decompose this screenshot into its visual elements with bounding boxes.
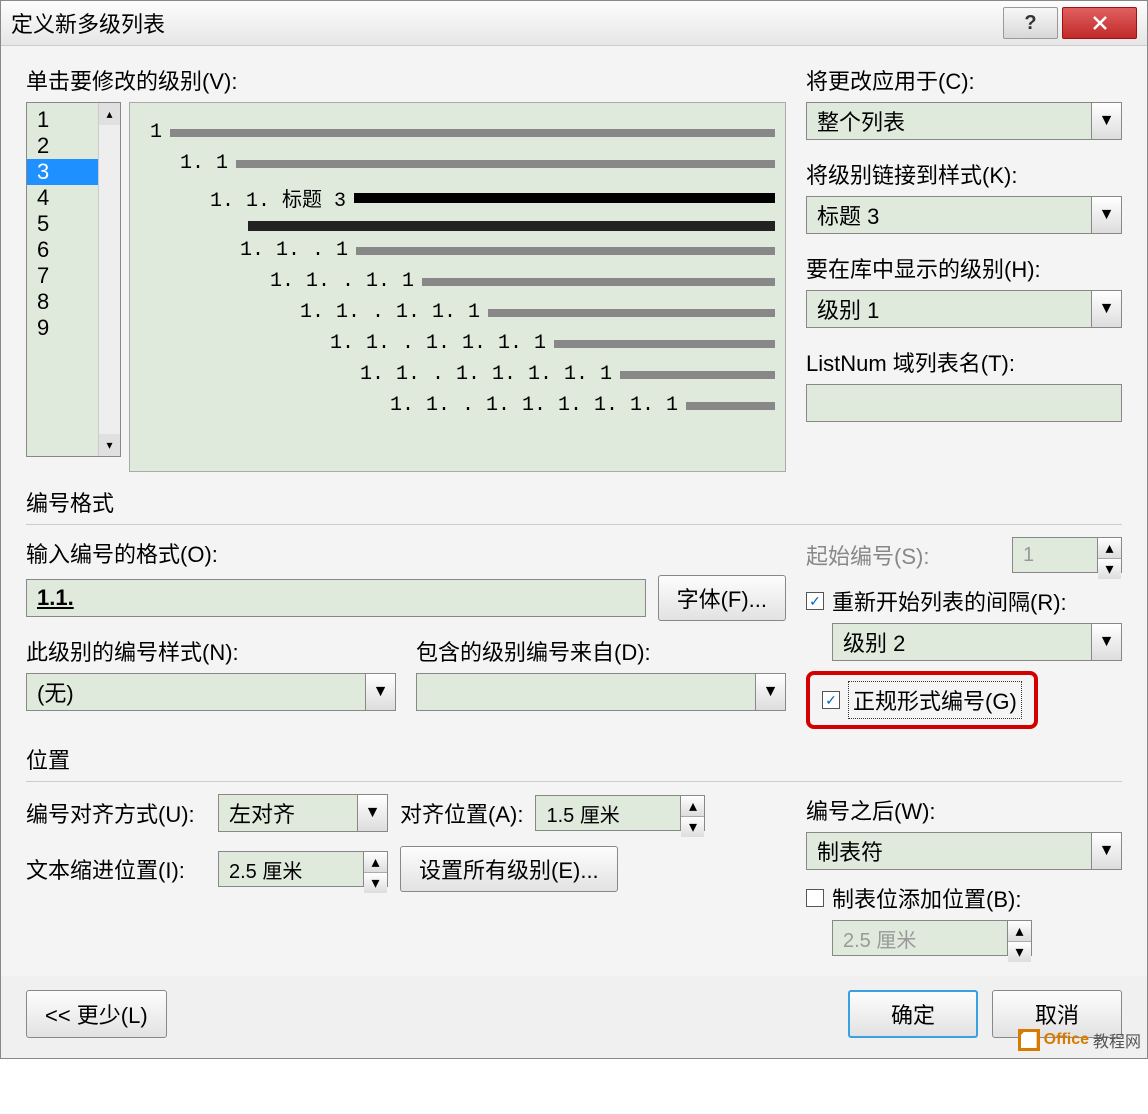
dialog-define-multilevel-list: 定义新多级列表 ? 单击要修改的级别(V): 123456789 ▴ ▾ bbox=[0, 0, 1148, 1059]
level-item[interactable]: 7 bbox=[27, 263, 98, 289]
preview-line: 1. 1. . 1. 1. 1 bbox=[300, 301, 775, 324]
preview-line: 1. 1. . 1. 1 bbox=[270, 270, 775, 293]
follow-label: 编号之后(W): bbox=[806, 794, 1122, 826]
number-style-label: 此级别的编号样式(N): bbox=[26, 635, 396, 667]
spin-down-icon[interactable]: ▾ bbox=[1098, 559, 1121, 579]
spin-up-icon[interactable]: ▴ bbox=[1098, 538, 1121, 559]
level-item[interactable]: 2 bbox=[27, 133, 98, 159]
spin-up-icon[interactable]: ▴ bbox=[364, 852, 387, 873]
follow-dropdown[interactable]: 制表符 ▼ bbox=[806, 832, 1122, 870]
apply-to-dropdown[interactable]: 整个列表 ▼ bbox=[806, 102, 1122, 140]
number-style-dropdown[interactable]: (无) ▼ bbox=[26, 673, 396, 711]
level-preview: 1 1. 1 1. 1. 标题 3 1. 1. . 1 1. 1. . 1. 1 1. 1… bbox=[129, 102, 786, 472]
align-label: 编号对齐方式(U): bbox=[26, 797, 206, 829]
titlebar: 定义新多级列表 ? bbox=[1, 1, 1147, 46]
legal-format-highlight: ✓ 正规形式编号(G) bbox=[806, 671, 1038, 729]
font-button[interactable]: 字体(F)... bbox=[658, 575, 786, 621]
top-row: 单击要修改的级别(V): 123456789 ▴ ▾ 11. 11. 1. 标题… bbox=[26, 64, 1122, 472]
align-at-spinner[interactable]: 1.5 厘米 ▴▾ bbox=[535, 795, 705, 831]
scroll-up-icon[interactable]: ▴ bbox=[99, 103, 120, 125]
link-style-dropdown[interactable]: 标题 3 ▼ bbox=[806, 196, 1122, 234]
chevron-down-icon[interactable]: ▼ bbox=[357, 795, 387, 831]
less-button[interactable]: << 更少(L) bbox=[26, 990, 167, 1038]
level-item[interactable]: 8 bbox=[27, 289, 98, 315]
preview-line: 1. 1. . 1 bbox=[240, 239, 775, 262]
close-icon bbox=[1092, 15, 1108, 31]
chevron-down-icon[interactable]: ▼ bbox=[1091, 103, 1121, 139]
set-all-levels-button[interactable]: 设置所有级别(E)... bbox=[400, 846, 618, 892]
chevron-down-icon[interactable]: ▼ bbox=[755, 674, 785, 710]
spin-up-icon[interactable]: ▴ bbox=[681, 796, 704, 817]
legal-checkbox[interactable]: ✓ bbox=[822, 691, 840, 709]
scroll-down-icon[interactable]: ▾ bbox=[99, 434, 120, 456]
show-gallery-dropdown[interactable]: 级别 1 ▼ bbox=[806, 290, 1122, 328]
preview-line: 1. 1. . 1. 1. 1. 1. 1. 1 bbox=[390, 394, 775, 417]
level-item[interactable]: 9 bbox=[27, 315, 98, 341]
tabstop-label: 制表位添加位置(B): bbox=[832, 882, 1021, 914]
dialog-title: 定义新多级列表 bbox=[11, 7, 999, 39]
tabstop-checkbox[interactable]: ✓ bbox=[806, 889, 824, 907]
format-section-label: 编号格式 bbox=[26, 486, 1122, 518]
format-input[interactable]: 1.1. bbox=[26, 579, 646, 617]
preview-line: 1. 1. . 1. 1. 1. 1 bbox=[330, 332, 775, 355]
dialog-footer: << 更少(L) 确定 取消 bbox=[1, 976, 1147, 1058]
watermark-icon bbox=[1018, 1029, 1040, 1051]
preview-line: 1 bbox=[150, 121, 775, 144]
level-list-scrollbar[interactable]: ▴ ▾ bbox=[98, 103, 120, 456]
preview-line: 1. 1. . 1. 1. 1. 1. 1 bbox=[360, 363, 775, 386]
level-item[interactable]: 4 bbox=[27, 185, 98, 211]
chevron-down-icon[interactable]: ▼ bbox=[1091, 197, 1121, 233]
help-button[interactable]: ? bbox=[1003, 7, 1058, 39]
restart-label: 重新开始列表的间隔(R): bbox=[832, 585, 1067, 617]
chevron-down-icon[interactable]: ▼ bbox=[365, 674, 395, 710]
include-from-label: 包含的级别编号来自(D): bbox=[416, 635, 786, 667]
level-click-label: 单击要修改的级别(V): bbox=[26, 64, 786, 96]
level-item[interactable]: 3 bbox=[27, 159, 98, 185]
legal-label: 正规形式编号(G) bbox=[848, 681, 1022, 719]
indent-label: 文本缩进位置(I): bbox=[26, 853, 206, 885]
indent-spinner[interactable]: 2.5 厘米 ▴▾ bbox=[218, 851, 388, 887]
level-item[interactable]: 5 bbox=[27, 211, 98, 237]
include-from-dropdown[interactable]: ▼ bbox=[416, 673, 786, 711]
listnum-input[interactable] bbox=[806, 384, 1122, 422]
chevron-down-icon[interactable]: ▼ bbox=[1091, 833, 1121, 869]
preview-line bbox=[240, 221, 775, 231]
dialog-content: 单击要修改的级别(V): 123456789 ▴ ▾ 11. 11. 1. 标题… bbox=[1, 46, 1147, 976]
spin-down-icon[interactable]: ▾ bbox=[681, 817, 704, 837]
restart-checkbox[interactable]: ✓ bbox=[806, 592, 824, 610]
start-at-label: 起始编号(S): bbox=[806, 539, 1002, 571]
close-button[interactable] bbox=[1062, 7, 1137, 39]
start-at-spinner[interactable]: 1 ▴▾ bbox=[1012, 537, 1122, 573]
align-dropdown[interactable]: 左对齐 ▼ bbox=[218, 794, 388, 832]
spin-up-icon[interactable]: ▴ bbox=[1008, 921, 1031, 942]
chevron-down-icon[interactable]: ▼ bbox=[1091, 624, 1121, 660]
ok-button[interactable]: 确定 bbox=[848, 990, 978, 1038]
level-item[interactable]: 1 bbox=[27, 107, 98, 133]
level-item[interactable]: 6 bbox=[27, 237, 98, 263]
position-section-label: 位置 bbox=[26, 743, 1122, 775]
align-at-label: 对齐位置(A): bbox=[400, 797, 523, 829]
level-list[interactable]: 123456789 ▴ ▾ bbox=[26, 102, 121, 457]
watermark: Office教程网 bbox=[1018, 1028, 1141, 1052]
restart-dropdown[interactable]: 级别 2 ▼ bbox=[832, 623, 1122, 661]
spin-down-icon[interactable]: ▾ bbox=[364, 873, 387, 893]
show-gallery-label: 要在库中显示的级别(H): bbox=[806, 252, 1122, 284]
preview-line: 1. 1 bbox=[180, 152, 775, 175]
listnum-label: ListNum 域列表名(T): bbox=[806, 346, 1122, 378]
enter-format-label: 输入编号的格式(O): bbox=[26, 537, 786, 569]
spin-down-icon[interactable]: ▾ bbox=[1008, 942, 1031, 962]
link-style-label: 将级别链接到样式(K): bbox=[806, 158, 1122, 190]
apply-to-label: 将更改应用于(C): bbox=[806, 64, 1122, 96]
preview-line: 1. 1. 标题 3 bbox=[210, 183, 775, 213]
chevron-down-icon[interactable]: ▼ bbox=[1091, 291, 1121, 327]
format-section: 编号格式 输入编号的格式(O): 1.1. 字体(F)... 此级别的编号样式(… bbox=[26, 486, 1122, 729]
tabstop-spinner[interactable]: 2.5 厘米 ▴▾ bbox=[832, 920, 1032, 956]
position-section: 位置 编号对齐方式(U): 左对齐 ▼ 对齐位置(A): 1.5 厘米 bbox=[26, 743, 1122, 956]
